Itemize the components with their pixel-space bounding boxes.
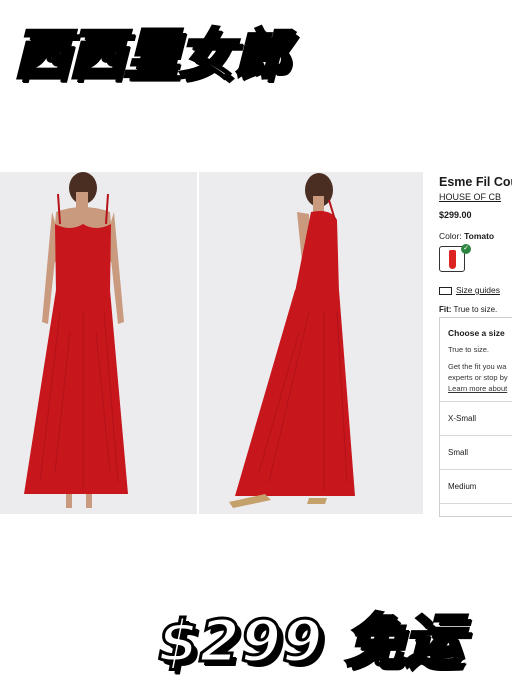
overlay-price-banner: $299 免运	[157, 606, 464, 677]
dress-side-illustration	[199, 172, 423, 514]
overlay-title: 西西里女郎	[13, 22, 290, 88]
color-label: Color: Tomato	[439, 231, 494, 241]
size-dropdown[interactable]: Choose a size True to size. Get the fit …	[439, 317, 512, 517]
product-price: $299.00	[439, 210, 472, 220]
size-option-medium[interactable]: Medium	[440, 469, 512, 502]
brand-link[interactable]: HOUSE OF CB	[439, 192, 501, 202]
fit-value: True to size.	[453, 305, 498, 314]
size-guides-label: Size guides	[456, 285, 500, 295]
check-icon: ✓	[461, 244, 471, 254]
fit-label: Fit:	[439, 305, 452, 314]
fit-info: Fit: True to size.	[439, 305, 497, 314]
size-option-small[interactable]: Small	[440, 435, 512, 468]
color-value: Tomato	[464, 231, 495, 241]
learn-more-link[interactable]: Learn more about	[448, 384, 507, 393]
size-option-xsmall[interactable]: X-Small	[440, 401, 512, 434]
product-photo-side[interactable]	[199, 172, 423, 514]
color-label-text: Color:	[439, 231, 462, 241]
product-title[interactable]: Esme Fil Coup	[439, 175, 512, 189]
size-guides-link[interactable]: Size guides	[439, 285, 500, 295]
size-dropdown-heading: Choose a size	[448, 328, 505, 338]
dress-front-illustration	[0, 172, 197, 514]
fit-help-text-2: experts or stop by	[448, 373, 508, 382]
dress-thumbnail-icon	[449, 250, 456, 269]
product-detail-panel: Esme Fil Coup HOUSE OF CB $299.00 Color:…	[432, 172, 512, 517]
ruler-icon	[439, 286, 452, 295]
product-photo-front[interactable]	[0, 172, 197, 514]
size-note: True to size.	[448, 345, 489, 354]
size-option-divider	[440, 503, 512, 517]
fit-help-text-1: Get the fit you wa	[448, 362, 507, 371]
